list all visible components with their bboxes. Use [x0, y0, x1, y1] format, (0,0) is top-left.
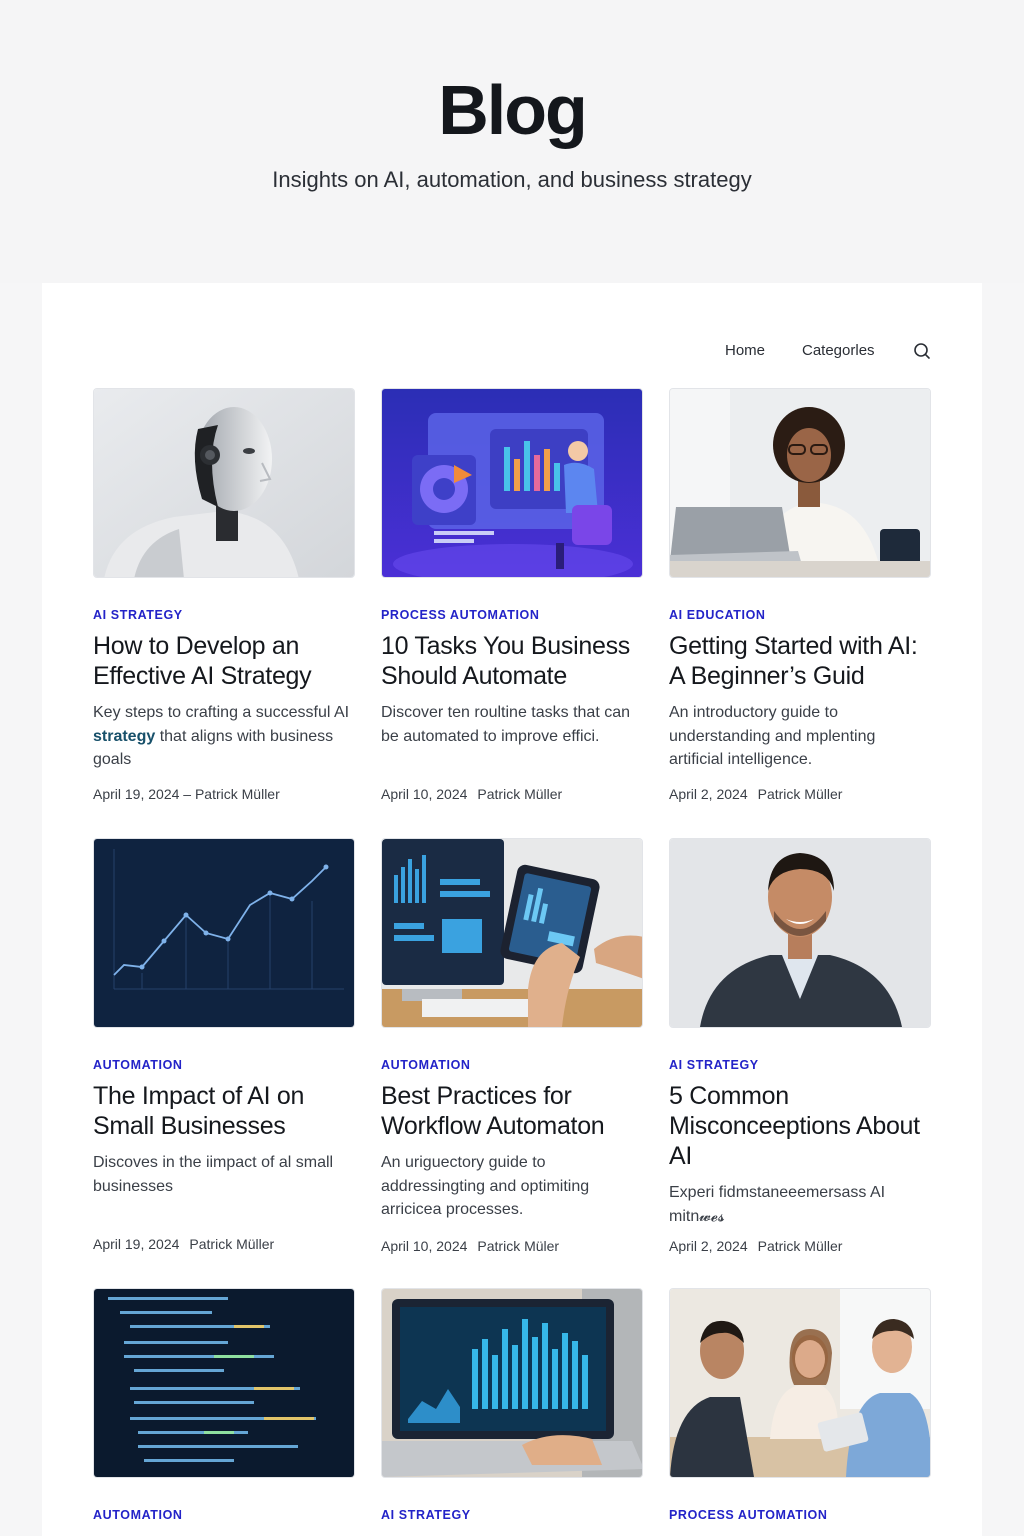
post-thumbnail[interactable] [93, 1288, 355, 1478]
post-excerpt: An introductory guide to understanding a… [669, 704, 876, 768]
post-category[interactable]: AI STRATEGY [669, 1058, 931, 1072]
post-card[interactable]: AI STRATEGY How to Develop an Effective … [93, 388, 355, 802]
post-thumbnail[interactable] [669, 1288, 931, 1478]
post-card[interactable]: AI EDUCATION Getting Started with AI: A … [669, 388, 931, 802]
page-title: Blog [438, 71, 588, 149]
post-title[interactable]: How to Develop an Effective AI Strategy [93, 631, 355, 691]
post-card[interactable]: AUTOMATION Best Practices for Workflow A… [381, 838, 643, 1254]
post-title[interactable]: Getting Started with AI: A Beginner’s Gu… [669, 631, 931, 691]
excerpt-text: Key steps to crafting a successful AI [93, 704, 350, 721]
tablet-analytics-image [382, 839, 642, 1027]
humanoid-robot-image [94, 389, 354, 577]
post-thumbnail[interactable] [669, 388, 931, 578]
post-card[interactable]: AUTOMATION [93, 1288, 355, 1522]
post-date: April 19, 2024 – Patrick Müller [93, 786, 280, 802]
post-category[interactable]: AI STRATEGY [93, 608, 355, 622]
post-author[interactable]: Patrick Müler [477, 1238, 559, 1254]
search-icon[interactable] [912, 341, 932, 361]
post-excerpt: Experi fidmstaneeemersass AI mitn𝔀𝓮𝓼 [669, 1184, 886, 1225]
post-meta: April 19, 2024 – Patrick Müller [93, 786, 280, 802]
post-card[interactable]: PROCESS AUTOMATION [669, 1288, 931, 1522]
post-category[interactable]: AI EDUCATION [669, 608, 931, 622]
post-category[interactable]: PROCESS AUTOMATION [381, 608, 643, 622]
post-thumbnail[interactable] [381, 388, 643, 578]
post-excerpt: Key steps to crafting a successful AI st… [93, 701, 355, 772]
post-date: April 10, 2024 [381, 786, 468, 802]
post-title[interactable]: 10 Tasks You Business Should Automate [381, 631, 643, 691]
excerpt-highlight: strategy [93, 727, 156, 745]
post-meta: April 10, 2024 Patrick Müller [381, 786, 562, 802]
post-meta: April 19, 2024 Patrick Müller [93, 1236, 274, 1252]
page-subtitle: Insights on AI, automation, and business… [272, 167, 752, 192]
post-thumbnail[interactable] [381, 838, 643, 1028]
post-card[interactable]: AI STRATEGY 5 Common Misconceeptions Abo… [669, 838, 931, 1254]
post-thumbnail[interactable] [93, 838, 355, 1028]
post-excerpt: An uriguectory guide to addressingting a… [381, 1154, 590, 1218]
post-category[interactable]: AUTOMATION [93, 1058, 355, 1072]
post-author[interactable]: Patrick Müller [758, 786, 843, 802]
post-excerpt: Discoves in the iimpact of al small busi… [93, 1154, 334, 1195]
post-title[interactable]: 5 Common Misconceeptions About AI [669, 1081, 931, 1171]
laptop-bar-chart-image [382, 1289, 642, 1477]
top-nav: Home Categorles [700, 342, 940, 362]
blog-hero: Blog Insights on AI, automation, and bus… [0, 0, 1024, 283]
team-meeting-image [670, 1289, 930, 1477]
post-category[interactable]: PROCESS AUTOMATION [669, 1508, 931, 1522]
woman-at-laptop-image [670, 389, 930, 577]
line-chart-image [94, 839, 354, 1027]
post-excerpt: Discover ten roultine tasks that can be … [381, 704, 631, 745]
dashboard-illustration-image [382, 389, 642, 577]
post-date: April 19, 2024 [93, 1236, 180, 1252]
smiling-man-image [670, 839, 930, 1027]
post-meta: April 10, 2024 Patrick Müler [381, 1238, 559, 1254]
post-date: April 2, 2024 [669, 786, 748, 802]
nav-home-link[interactable]: Home [725, 342, 765, 359]
post-card[interactable]: AI STRATEGY [381, 1288, 643, 1522]
post-date: April 2, 2024 [669, 1238, 748, 1254]
nav-categories-link[interactable]: Categorles [802, 342, 875, 359]
post-author[interactable]: Patrick Müller [758, 1238, 843, 1254]
post-category[interactable]: AUTOMATION [381, 1058, 643, 1072]
post-author[interactable]: Patrick Müller [189, 1236, 274, 1252]
post-meta: April 2, 2024 Patrick Müller [669, 786, 842, 802]
post-title[interactable]: Best Practices for Workflow Automaton [381, 1081, 643, 1141]
post-card[interactable]: AUTOMATION The Impact of AI on Small Bus… [93, 838, 355, 1252]
post-category[interactable]: AUTOMATION [93, 1508, 355, 1522]
post-category[interactable]: AI STRATEGY [381, 1508, 643, 1522]
post-thumbnail[interactable] [669, 838, 931, 1028]
post-thumbnail[interactable] [381, 1288, 643, 1478]
code-screen-image [94, 1289, 354, 1477]
post-title[interactable]: The Impact of AI on Small Businesses [93, 1081, 355, 1141]
post-date: April 10, 2024 [381, 1238, 468, 1254]
post-thumbnail[interactable] [93, 388, 355, 578]
post-meta: April 2, 2024 Patrick Müller [669, 1238, 842, 1254]
post-author[interactable]: Patrick Müller [477, 786, 562, 802]
post-card[interactable]: PROCESS AUTOMATION 10 Tasks You Business… [381, 388, 643, 802]
